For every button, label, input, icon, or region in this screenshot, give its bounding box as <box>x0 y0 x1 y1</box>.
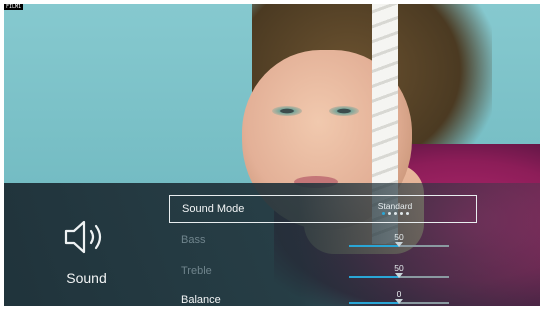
balance-slider-thumb[interactable] <box>395 299 403 304</box>
balance-label: Balance <box>181 294 221 306</box>
sound-mode-row[interactable]: Sound Mode Standard <box>169 195 477 223</box>
page-dot <box>381 212 385 215</box>
bass-row[interactable]: Bass 50 <box>169 227 477 255</box>
treble-slider-thumb[interactable] <box>395 273 403 278</box>
panel-title: Sound <box>66 270 107 286</box>
bass-label: Bass <box>181 234 206 246</box>
source-tag: FILM1 <box>4 4 24 10</box>
bass-slider-thumb[interactable] <box>395 242 403 247</box>
balance-slider[interactable] <box>349 299 449 304</box>
balance-value: 0 <box>396 289 402 299</box>
sound-mode-page-dots <box>345 212 445 215</box>
sound-menu-panel: Sound Sound Mode Standard Bass 50 Treble… <box>4 183 540 306</box>
balance-slider-fill <box>349 302 399 304</box>
video-subject-eye <box>272 106 302 116</box>
treble-row[interactable]: Treble 50 <box>169 258 477 286</box>
treble-slider[interactable] <box>349 273 449 278</box>
page-dot <box>387 212 391 215</box>
bass-slider[interactable] <box>349 242 449 247</box>
page-dot <box>399 212 403 215</box>
bass-slider-fill <box>349 245 399 247</box>
tv-screen: FILM1 Sound Sound Mode Standard Bass 50 <box>4 4 540 306</box>
bass-value: 50 <box>394 232 404 242</box>
sound-mode-value: Standard <box>377 201 413 211</box>
speaker-icon <box>64 220 102 254</box>
video-subject-eye <box>329 106 359 116</box>
page-dot <box>393 212 397 215</box>
sound-mode-label: Sound Mode <box>182 203 245 215</box>
treble-label: Treble <box>181 265 212 277</box>
treble-slider-fill <box>349 276 399 278</box>
balance-row[interactable]: Balance 0 <box>169 287 477 306</box>
treble-value: 50 <box>394 263 404 273</box>
page-dot <box>405 212 409 215</box>
